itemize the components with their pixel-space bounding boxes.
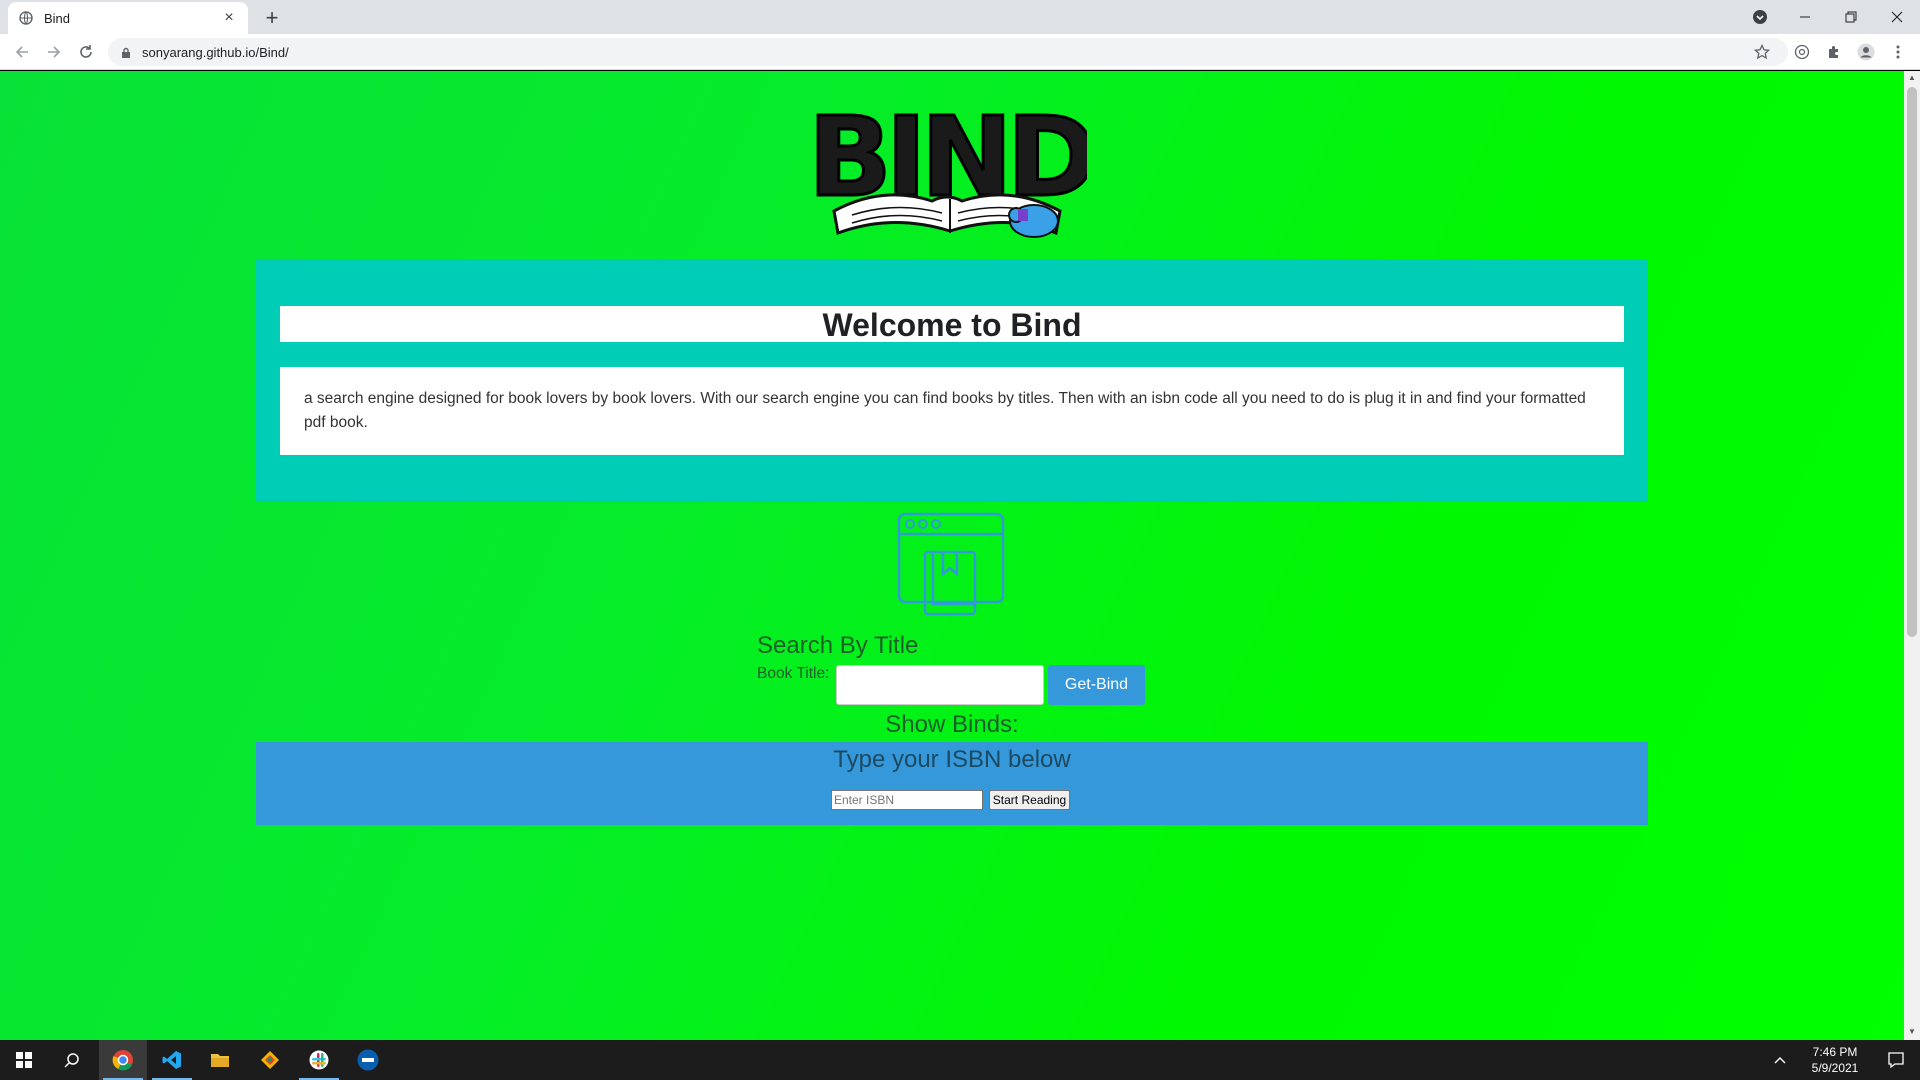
tab-title: Bind [44,10,71,26]
welcome-panel: Welcome to Bind a search engine designed… [256,259,1648,502]
bind-logo: BIND [806,92,1100,243]
forward-icon[interactable] [40,38,68,66]
notifications-icon[interactable] [1872,1040,1920,1080]
tab-close-icon[interactable]: × [220,9,238,27]
browser-toolbar: sonyarang.github.io/Bind/ [0,34,1920,70]
start-reading-button[interactable]: Start Reading [989,790,1070,810]
profile-menu-icon[interactable] [1746,0,1774,34]
welcome-description: a search engine designed for book lovers… [280,367,1624,455]
profile-avatar-icon[interactable] [1854,40,1878,64]
page-scrollbar[interactable]: ▲ ▼ [1904,71,1920,1040]
address-bar[interactable]: sonyarang.github.io/Bind/ [108,38,1788,66]
vscode-taskbar-icon[interactable] [148,1040,196,1080]
tab-strip: Bind × + [0,0,1920,34]
windows-start-icon[interactable] [0,1040,48,1080]
tab-bind[interactable]: Bind × [8,2,248,34]
welcome-title: Welcome to Bind [280,306,1624,343]
globe-icon [18,10,34,26]
search-by-title-form: Search By Title Book Title: Get-Bind [757,631,1147,705]
get-bind-button[interactable]: Get-Bind [1048,665,1145,705]
kebab-menu-icon[interactable] [1886,40,1910,64]
book-title-input[interactable] [836,665,1044,705]
clock-date: 5/9/2021 [1811,1061,1859,1075]
isbn-heading: Type your ISBN below [833,746,1071,773]
minimize-icon[interactable] [1782,0,1828,34]
windows-taskbar: 7:46 PM 5/9/2021 [0,1040,1920,1080]
bookmark-star-icon[interactable] [1750,40,1774,64]
file-explorer-icon[interactable] [196,1040,244,1080]
url-text: sonyarang.github.io/Bind/ [142,44,289,60]
isbn-panel: Type your ISBN below Start Reading [256,742,1648,825]
new-tab-button[interactable]: + [258,4,286,32]
scroll-down-icon[interactable]: ▼ [1908,1027,1916,1036]
scroll-up-icon[interactable]: ▲ [1908,73,1916,82]
back-icon[interactable] [8,38,36,66]
restore-icon[interactable] [1828,0,1874,34]
adt-app-icon[interactable] [344,1040,392,1080]
extension-icon[interactable] [1790,40,1814,64]
scrollbar-thumb[interactable] [1907,87,1917,637]
tray-chevron-icon[interactable] [1766,1040,1794,1080]
book-browser-icon [897,512,1007,618]
search-heading: Search By Title [757,632,919,659]
clock-time: 7:46 PM [1812,1045,1858,1059]
reload-icon[interactable] [72,38,100,66]
puzzle-icon[interactable] [1822,40,1846,64]
close-window-icon[interactable] [1874,0,1920,34]
isbn-input[interactable] [831,790,983,810]
chrome-taskbar-icon[interactable] [99,1040,147,1080]
slack-taskbar-icon[interactable] [295,1040,343,1080]
page-viewport: BIND Welcome to Bind a search engine des… [0,71,1904,1040]
git-kraken-icon[interactable] [246,1040,294,1080]
taskbar-clock[interactable]: 7:46 PM 5/9/2021 [1800,1044,1870,1076]
show-binds-label: Show Binds: [885,711,1019,738]
book-title-label: Book Title: [757,665,830,682]
lock-icon [120,46,132,58]
search-icon[interactable] [48,1040,96,1080]
